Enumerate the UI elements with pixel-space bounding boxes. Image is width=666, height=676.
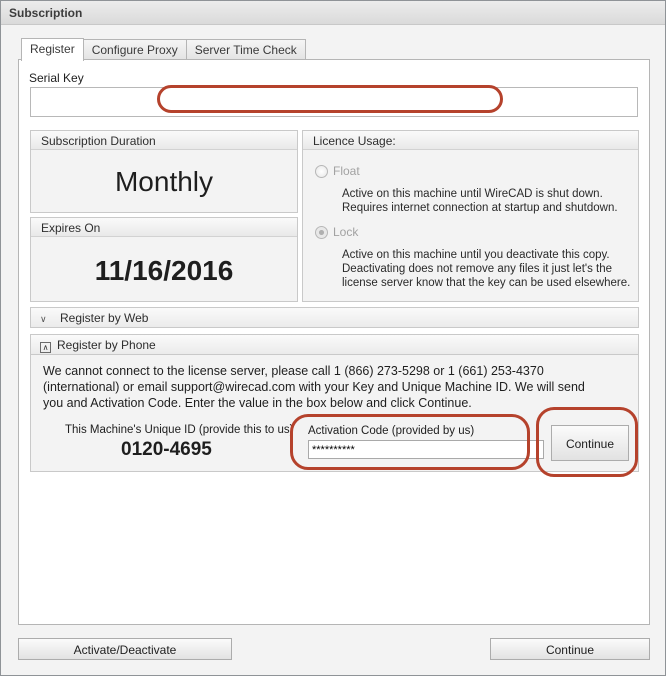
- subscription-window: Subscription Register Configure Proxy Se…: [0, 0, 666, 676]
- serial-key-input[interactable]: [30, 87, 638, 117]
- lock-description: Active on this machine until you deactiv…: [342, 248, 630, 290]
- lock-radio-label: Lock: [333, 225, 359, 239]
- register-by-web-label: Register by Web: [60, 311, 149, 325]
- tab-server-time-check[interactable]: Server Time Check: [185, 39, 306, 60]
- machine-id-value: 0120-4695: [121, 439, 212, 460]
- register-by-phone-content: We cannot connect to the license server,…: [30, 355, 639, 472]
- float-description: Active on this machine until WireCAD is …: [342, 187, 618, 215]
- float-description-line: Requires internet connection at startup …: [342, 202, 618, 214]
- machine-id-label: This Machine's Unique ID (provide this t…: [65, 424, 294, 436]
- expires-on-group: Expires On 11/16/2016: [30, 217, 298, 302]
- phone-instructions: We cannot connect to the license server,…: [43, 363, 613, 411]
- register-by-phone-bar[interactable]: ∧ Register by Phone: [30, 334, 639, 355]
- float-radio-row[interactable]: Float: [315, 164, 360, 178]
- collapse-box-icon: ∧: [40, 342, 51, 353]
- chevron-down-icon: ∨: [40, 314, 47, 324]
- tab-register[interactable]: Register: [21, 38, 84, 61]
- lock-radio-button[interactable]: [315, 225, 328, 239]
- subscription-duration-header: Subscription Duration: [31, 131, 297, 150]
- register-by-web-bar[interactable]: ∨ Register by Web: [30, 307, 639, 328]
- window-title: Subscription: [1, 1, 665, 25]
- lock-description-line: Deactivating does not remove any files i…: [342, 263, 613, 275]
- lock-radio-row[interactable]: Lock: [315, 225, 358, 239]
- lock-description-line: Active on this machine until you deactiv…: [342, 249, 610, 261]
- register-by-phone-label: Register by Phone: [57, 338, 156, 352]
- serial-key-label: Serial Key: [29, 71, 84, 85]
- phone-instructions-line: We cannot connect to the license server,…: [43, 364, 544, 378]
- continue-button[interactable]: Continue: [490, 638, 650, 660]
- subscription-duration-group: Subscription Duration Monthly: [30, 130, 298, 213]
- activate-deactivate-button[interactable]: Activate/Deactivate: [18, 638, 232, 660]
- tab-configure-proxy[interactable]: Configure Proxy: [82, 39, 187, 60]
- licence-usage-group: Licence Usage: Float Active on this mach…: [302, 130, 639, 302]
- activation-code-label: Activation Code (provided by us): [308, 425, 475, 437]
- tab-strip: Register Configure Proxy Server Time Che…: [21, 38, 306, 61]
- lock-description-line: license server know that the key can be …: [342, 277, 631, 289]
- phone-instructions-line: you and Activation Code. Enter the value…: [43, 396, 472, 410]
- activation-code-input[interactable]: [308, 440, 544, 459]
- float-radio-label: Float: [333, 164, 360, 178]
- subscription-duration-value: Monthly: [114, 166, 214, 197]
- expires-on-header: Expires On: [31, 218, 297, 237]
- float-description-line: Active on this machine until WireCAD is …: [342, 188, 603, 200]
- licence-usage-header: Licence Usage:: [303, 131, 638, 150]
- phone-instructions-line: (international) or email support@wirecad…: [43, 380, 585, 394]
- expires-on-value: 11/16/2016: [94, 255, 234, 286]
- register-tab-panel: Serial Key Subscription Duration Monthly…: [18, 59, 650, 625]
- phone-continue-button[interactable]: Continue: [551, 425, 629, 461]
- float-radio-button[interactable]: [315, 164, 328, 178]
